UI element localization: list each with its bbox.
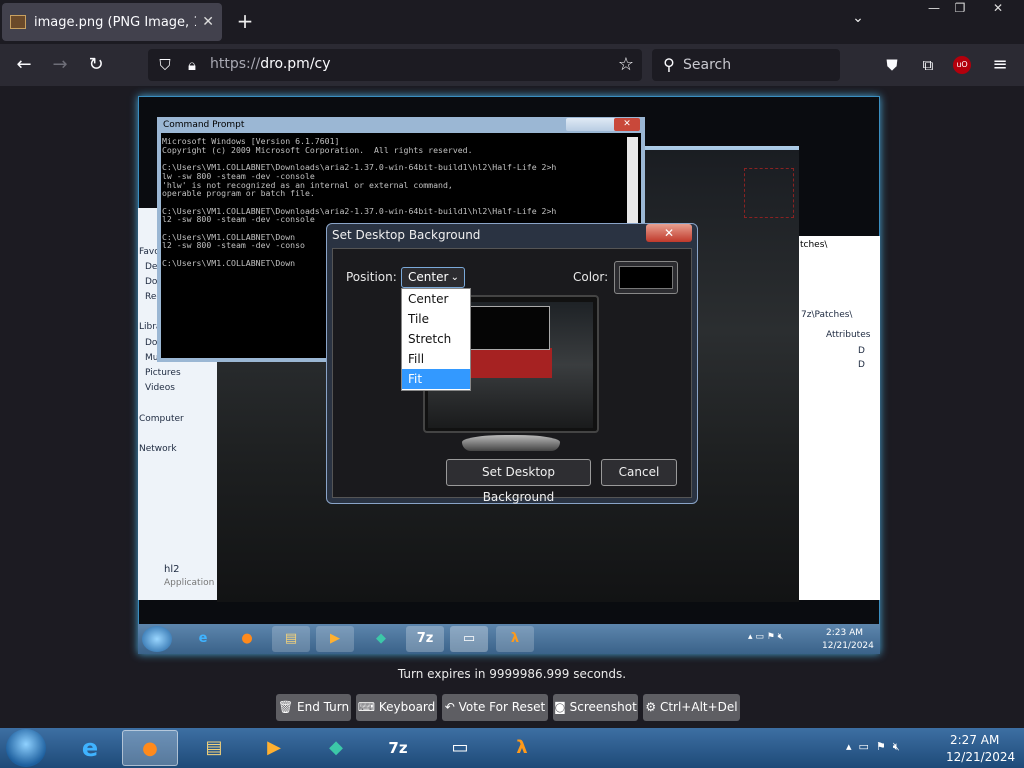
vm-ie-icon[interactable]: e	[184, 626, 222, 652]
vm-media-icon[interactable]: ▶	[316, 626, 354, 652]
vm-app-icon[interactable]: ◆	[362, 626, 400, 652]
halflife-icon[interactable]: λ	[494, 730, 550, 766]
vote-reset-label: Vote For Reset	[458, 700, 546, 714]
cmd-title: Command Prompt	[163, 120, 245, 130]
cancel-button[interactable]: Cancel	[601, 459, 677, 486]
vm-halflife-icon[interactable]: λ	[496, 626, 534, 652]
vm-7zip-icon[interactable]: 7z	[406, 626, 444, 652]
patches-breadcrumb: tches\	[800, 240, 828, 250]
explorer-item[interactable]: Do	[145, 338, 157, 348]
forward-arrow-icon[interactable]: →	[49, 54, 71, 76]
vm-clock-time: 2:23 AM	[826, 628, 863, 638]
dropdown-option-tile[interactable]: Tile	[402, 309, 470, 329]
preview-cmd-window	[468, 306, 550, 350]
keyboard-button[interactable]: ⌨ Keyboard	[356, 694, 437, 721]
7zip-icon[interactable]: 7z	[370, 730, 426, 766]
pocket-icon[interactable]: ⛊	[881, 54, 903, 76]
monitor-stand	[462, 435, 560, 451]
explorer-file-name[interactable]: hl2	[164, 564, 179, 575]
search-input[interactable]	[652, 49, 840, 81]
cmd-icon[interactable]: ▭	[432, 730, 488, 766]
undo-icon: ↶	[444, 700, 455, 714]
clock-date: 12/21/2024	[946, 750, 1016, 764]
new-tab-button[interactable]: +	[232, 8, 258, 34]
color-swatch	[619, 266, 673, 289]
position-select[interactable]: Center ⌄	[401, 267, 465, 288]
vm-start-button[interactable]	[142, 626, 172, 652]
lock-icon[interactable]: 🔒︎	[181, 54, 203, 76]
start-button[interactable]	[6, 729, 46, 767]
dropdown-option-stretch[interactable]: Stretch	[402, 329, 470, 349]
explorer-item[interactable]: Network	[139, 444, 177, 454]
reload-icon[interactable]: ↻	[85, 54, 107, 76]
tray-icons[interactable]: ▴ ▭ ⚑ 🔇︎	[846, 740, 900, 754]
tab-close-icon[interactable]: ✕	[202, 14, 214, 30]
explorer-file-pane	[798, 236, 880, 600]
tab-list-chevron-icon[interactable]: ⌄	[846, 10, 870, 34]
end-turn-label: End Turn	[297, 700, 350, 714]
ctrl-alt-del-button[interactable]: ⚙ Ctrl+Alt+Del	[643, 694, 740, 721]
explorer-item[interactable]: Pictures	[145, 368, 181, 378]
attribute-value: D	[858, 346, 865, 356]
vm-explorer-icon[interactable]: ▤	[272, 626, 310, 652]
clock-time: 2:27 AM	[950, 733, 1000, 747]
gear-icon: ⚙	[645, 700, 657, 714]
ublock-icon[interactable]: uO	[953, 56, 971, 74]
browser-tab[interactable]: image.png (PNG Image, 1611 × ✕	[2, 3, 222, 41]
screenshot-label: Screenshot	[569, 700, 637, 714]
app-icon[interactable]: ◆	[308, 730, 364, 766]
back-arrow-icon[interactable]: ←	[13, 54, 35, 76]
close-window-button[interactable]: ✕	[980, 0, 1016, 16]
firefox-icon[interactable]: ●	[122, 730, 178, 766]
tab-favicon-icon	[10, 15, 26, 29]
dropdown-option-center[interactable]: Center	[402, 289, 470, 309]
explorer-icon[interactable]: ▤	[186, 730, 242, 766]
position-label: Position:	[346, 270, 397, 284]
dropdown-option-fit[interactable]: Fit	[402, 369, 470, 389]
vote-reset-button[interactable]: ↶ Vote For Reset	[442, 694, 548, 721]
keyboard-icon: ⌨	[357, 700, 376, 714]
url-text[interactable]: https://dro.pm/cy	[210, 56, 331, 72]
explorer-item[interactable]: Videos	[145, 383, 175, 393]
explorer-path: 7z\Patches\	[801, 310, 853, 320]
cmd-close-icon[interactable]: ✕	[614, 118, 640, 131]
trash-icon: 🗑︎	[277, 700, 294, 714]
game-debug-overlay	[744, 168, 794, 218]
media-icon[interactable]: ▶	[246, 730, 302, 766]
preview-red-panel	[468, 348, 552, 378]
vm-clock-date: 12/21/2024	[822, 641, 874, 651]
column-header-attributes[interactable]: Attributes	[826, 330, 870, 340]
color-picker-button[interactable]	[614, 261, 678, 294]
explorer-item[interactable]: Computer	[139, 414, 184, 424]
position-select-value: Center	[408, 270, 449, 284]
ie-icon[interactable]: e	[62, 730, 118, 766]
dialog-title: Set Desktop Background	[332, 228, 481, 242]
turn-timer: Turn expires in 9999986.999 seconds.	[397, 667, 627, 681]
dropdown-option-fill[interactable]: Fill	[402, 349, 470, 369]
vm-cmd-icon[interactable]: ▭	[450, 626, 488, 652]
menu-hamburger-icon[interactable]: ≡	[989, 54, 1011, 76]
explorer-file-type: Application	[164, 578, 215, 588]
shield-icon[interactable]: ⛉	[154, 54, 176, 76]
restore-button[interactable]: ❐	[944, 0, 976, 16]
vm-firefox-icon[interactable]: ●	[228, 626, 266, 652]
ctrl-alt-del-label: Ctrl+Alt+Del	[659, 700, 738, 714]
attribute-value: D	[858, 360, 865, 370]
vm-tray-icons[interactable]: ▴ ▭ ⚑ 🔇︎	[748, 632, 783, 642]
end-turn-button[interactable]: 🗑︎ End Turn	[276, 694, 351, 721]
chevron-down-icon: ⌄	[450, 272, 459, 283]
keyboard-label: Keyboard	[378, 700, 436, 714]
dialog-close-button[interactable]: ✕	[646, 224, 692, 242]
tab-title: image.png (PNG Image, 1611 ×	[34, 14, 196, 30]
camera-icon: ◙	[554, 700, 566, 714]
bookmark-star-icon[interactable]: ☆	[615, 54, 637, 76]
search-icon: ⚲	[663, 55, 675, 74]
color-label: Color:	[573, 270, 609, 284]
screenshot-button[interactable]: ◙ Screenshot	[553, 694, 638, 721]
search-placeholder: Search	[683, 57, 732, 73]
set-desktop-background-button[interactable]: Set Desktop Background	[446, 459, 591, 504]
extensions-icon[interactable]: ⧉	[917, 54, 939, 76]
